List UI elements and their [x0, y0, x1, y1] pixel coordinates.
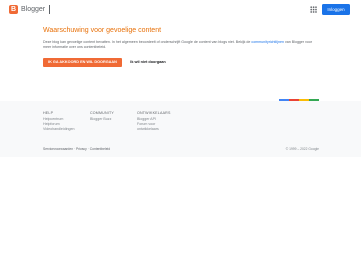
privacy-link[interactable]: Privacy — [76, 147, 87, 151]
footer-bottom-links: Servicevoorwaarden · Privacy · Contentbe… — [43, 147, 111, 151]
warning-text: Deze blog kan gevoelige content bevatten… — [43, 40, 321, 50]
sign-in-button[interactable]: Inloggen — [322, 4, 350, 15]
decline-button[interactable]: Ik wil niet doorgaan — [124, 58, 172, 67]
agree-continue-button[interactable]: Ik ga akkoord en wil doorgaan — [43, 58, 122, 67]
footer-column-help: Help Helpcentrum Helpforum Videohandleid… — [43, 111, 75, 132]
terms-link[interactable]: Servicevoorwaarden — [43, 147, 73, 151]
logo-letter: B — [11, 6, 17, 13]
top-bar: B Blogger Inloggen — [0, 0, 361, 20]
footer-heading: Community — [90, 111, 114, 115]
footer-bottom: Servicevoorwaarden · Privacy · Contentbe… — [43, 146, 319, 152]
content-policy-link[interactable]: Contentbeleid — [90, 147, 110, 151]
copyright: © 1999 – 2022 Google — [285, 147, 319, 151]
page-title: Waarschuwing voor gevoelige content — [43, 27, 162, 34]
apps-grid-icon[interactable] — [310, 6, 317, 13]
header-divider — [49, 5, 50, 14]
footer-column-developers: Ontwikkelaars Blogger API Forum voor ont… — [137, 111, 171, 132]
brand-name[interactable]: Blogger — [21, 5, 45, 14]
blogger-logo-icon[interactable]: B — [9, 5, 18, 14]
warning-text-start: Deze blog kan gevoelige content bevatten… — [43, 40, 252, 44]
footer-column-community: Community Blogger Buzz — [90, 111, 114, 122]
footer-link[interactable]: Videohandleidingen — [43, 127, 75, 132]
footer-link[interactable]: Blogger Buzz — [90, 117, 114, 122]
footer-link[interactable]: ontwikkelaars — [137, 127, 171, 132]
community-guidelines-link[interactable]: communityrichtlijnen — [251, 40, 284, 44]
footer-heading: Ontwikkelaars — [137, 111, 171, 115]
footer-heading: Help — [43, 111, 54, 115]
